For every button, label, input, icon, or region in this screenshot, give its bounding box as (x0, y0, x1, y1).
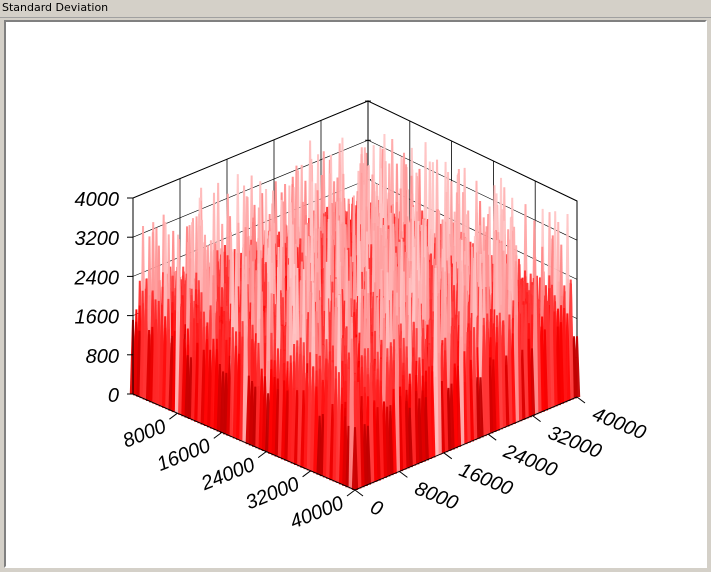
y-tick-mark (532, 415, 541, 423)
z-tick-label: 4000 (75, 189, 120, 211)
y-tick-mark (354, 489, 364, 497)
x-tick-mark (213, 431, 223, 439)
y-tick-label: 16000 (456, 459, 516, 500)
z-tick-label: 3200 (75, 228, 120, 250)
x-tick-label: 16000 (154, 435, 214, 476)
x-tick-mark (346, 489, 356, 497)
y-tick-label: 0 (367, 496, 386, 521)
z-tick-label: 800 (86, 346, 119, 368)
y-tick-mark (399, 470, 408, 478)
grid-line (132, 100, 578, 202)
x-tick-label: 32000 (243, 473, 303, 514)
z-tick-label: 0 (108, 385, 119, 407)
z-tick-label: 2400 (74, 267, 120, 289)
x-tick-mark (257, 451, 267, 459)
surface-chart: 0800160024003200400080001600024000320004… (74, 100, 649, 533)
surface-plot (129, 134, 581, 490)
x-tick-mark (169, 412, 178, 420)
y-tick-mark (443, 452, 453, 460)
x-tick-label: 8000 (120, 415, 170, 452)
y-tick-mark (576, 396, 586, 404)
x-tick-label: 40000 (287, 492, 347, 533)
y-tick-label: 40000 (589, 403, 649, 444)
y-tick-mark (487, 433, 497, 441)
x-tick-label: 24000 (197, 454, 258, 496)
x-tick-mark (302, 470, 311, 478)
z-tick-label: 1600 (75, 307, 120, 329)
y-tick-label: 32000 (545, 422, 605, 463)
y-tick-label: 8000 (412, 478, 462, 515)
y-tick-label: 24000 (499, 440, 560, 482)
